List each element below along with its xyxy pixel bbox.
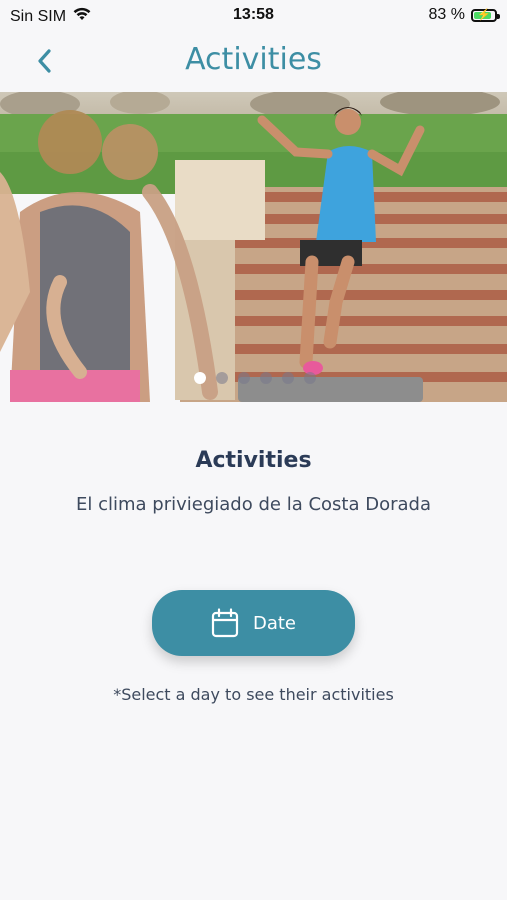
carousel-dot[interactable] — [260, 372, 272, 384]
date-button[interactable]: Date — [152, 590, 355, 656]
battery-icon: ⚡ — [471, 8, 500, 22]
carousel-dot[interactable] — [282, 372, 294, 384]
charging-bolt-icon: ⚡ — [477, 8, 491, 21]
carousel-dot[interactable] — [304, 372, 316, 384]
carousel-dot[interactable] — [216, 372, 228, 384]
hero-image — [0, 92, 507, 402]
content-subtitle: El clima priviegiado de la Costa Dorada — [76, 494, 431, 515]
navigation-bar: Activities — [0, 32, 507, 92]
hint-text: *Select a day to see their activities — [113, 685, 394, 704]
status-right: 83 % ⚡ — [428, 6, 500, 24]
carousel-dot[interactable] — [238, 372, 250, 384]
page-title: Activities — [185, 42, 322, 77]
content-title: Activities — [195, 448, 312, 473]
carousel-dot[interactable] — [194, 372, 206, 384]
battery-percent: 83 % — [428, 6, 465, 23]
status-bar: Sin SIM 13:58 83 % ⚡ — [0, 0, 507, 32]
date-button-label: Date — [252, 612, 297, 634]
calendar-icon — [211, 608, 239, 638]
